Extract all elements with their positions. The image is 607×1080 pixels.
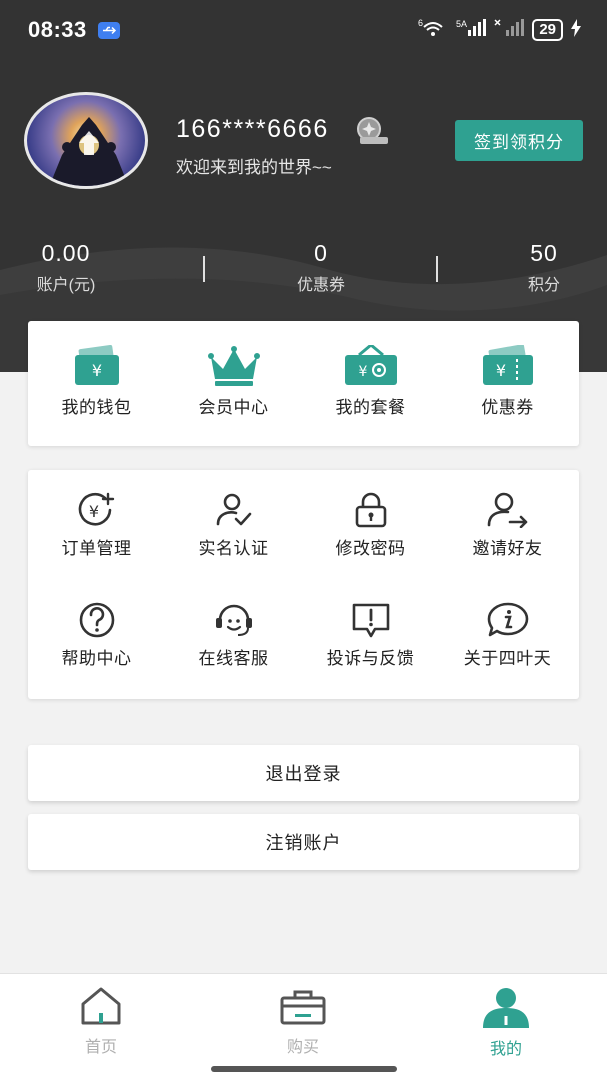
menu-item-label: 邀请好友	[472, 539, 543, 558]
status-time: 08:33	[28, 17, 87, 42]
checkin-button[interactable]: 签到领积分	[455, 120, 583, 161]
wallet-icon: ¥	[74, 345, 119, 385]
avatar-image	[49, 117, 129, 186]
menu-item-invite[interactable]: 邀请好友	[439, 492, 576, 559]
home-indicator	[211, 1066, 397, 1072]
signal-5g-icon: 5A	[456, 18, 487, 41]
menu-item-label: 投诉与反馈	[326, 649, 415, 668]
welcome-text: 欢迎来到我的世界~~	[176, 158, 332, 177]
menu-item-label: 我的钱包	[61, 398, 132, 417]
help-icon	[79, 602, 114, 638]
charging-icon	[571, 19, 581, 40]
menu-item-label: 会员中心	[198, 398, 269, 417]
menu-item-label: 修改密码	[335, 539, 406, 558]
menu-item-coupons[interactable]: ¥ 优惠券	[439, 345, 576, 418]
tab-label: 首页	[84, 1039, 117, 1056]
usb-icon	[98, 22, 120, 39]
status-icons: 6 5A 29	[418, 18, 581, 41]
menu-item-change-password[interactable]: 修改密码	[302, 492, 439, 559]
menu-item-verify[interactable]: 实名认证	[165, 492, 302, 559]
svg-text:6: 6	[418, 18, 423, 28]
svg-text:¥: ¥	[358, 364, 367, 380]
order-icon: ¥	[78, 492, 114, 526]
menu-item-feedback[interactable]: 投诉与反馈	[302, 602, 439, 669]
stat-divider	[436, 256, 438, 282]
status-bar: 08:33 6 5A 29	[0, 0, 607, 62]
stat-label: 账户(元)	[36, 277, 96, 294]
home-icon	[81, 987, 121, 1025]
lock-icon	[355, 492, 386, 528]
tab-home[interactable]: 首页	[41, 986, 161, 1057]
menu-item-wallet[interactable]: ¥ 我的钱包	[28, 345, 165, 418]
invite-user-icon	[487, 492, 527, 528]
tab-mine[interactable]: 我的	[446, 986, 566, 1059]
tab-label: 购买	[286, 1039, 319, 1056]
stat-account-balance[interactable]: 0.00 账户(元)	[0, 240, 146, 295]
profile-icon	[483, 988, 529, 1028]
menu-item-customer-service[interactable]: 在线客服	[165, 602, 302, 669]
stat-label: 优惠券	[296, 277, 345, 294]
menu-item-help[interactable]: 帮助中心	[28, 602, 165, 669]
logout-button[interactable]: 退出登录	[28, 745, 579, 801]
menu-item-label: 实名认证	[198, 539, 269, 558]
svg-text:¥: ¥	[495, 361, 505, 380]
stat-label: 积分	[527, 277, 560, 294]
stat-value: 0.00	[41, 240, 91, 266]
battery-indicator: 29	[532, 18, 563, 41]
menu-item-about[interactable]: 关于四叶天	[439, 602, 576, 669]
tab-label: 我的	[489, 1041, 522, 1058]
avatar[interactable]	[24, 92, 148, 189]
user-phone: 166****6666	[176, 115, 329, 143]
verify-user-icon	[216, 493, 251, 526]
svg-text:¥: ¥	[91, 361, 101, 380]
signal-no-service-icon	[494, 18, 525, 41]
cancel-account-button[interactable]: 注销账户	[28, 814, 579, 870]
stat-coupons[interactable]: 0 优惠券	[241, 240, 401, 295]
stat-points[interactable]: 50 积分	[464, 240, 607, 295]
svg-text:¥: ¥	[88, 502, 98, 521]
menu-item-package[interactable]: ¥ 我的套餐	[302, 345, 439, 418]
member-level-badge-icon	[352, 116, 390, 146]
menu-item-label: 关于四叶天	[463, 649, 552, 668]
wallet-menu-card: ¥ 我的钱包 会员中心 ¥ 我的套餐 ¥ 优惠券	[28, 321, 579, 446]
tab-buy[interactable]: 购买	[243, 986, 363, 1057]
customer-service-icon	[215, 604, 252, 636]
menu-item-label: 在线客服	[198, 649, 269, 668]
stat-value: 50	[530, 240, 558, 266]
info-icon	[487, 602, 528, 637]
feedback-icon	[352, 603, 389, 638]
stat-value: 0	[314, 240, 328, 266]
service-menu-card: ¥ 订单管理 实名认证 修改密码 邀请好友 帮助中心 在线客服 投诉与反馈 关于…	[28, 470, 579, 699]
menu-item-label: 我的套餐	[335, 398, 406, 417]
stat-divider	[203, 256, 205, 282]
menu-item-label: 帮助中心	[61, 649, 132, 668]
svg-text:5A: 5A	[456, 19, 467, 29]
basket-icon	[280, 990, 326, 1025]
menu-item-label: 订单管理	[61, 539, 132, 558]
package-icon: ¥	[344, 345, 397, 385]
menu-item-membership[interactable]: 会员中心	[165, 345, 302, 418]
coupon-icon: ¥	[482, 345, 533, 385]
wifi-icon: 6	[418, 18, 448, 41]
menu-item-label: 优惠券	[481, 398, 534, 417]
bottom-tab-bar: 首页 购买 我的	[0, 973, 607, 1080]
menu-item-orders[interactable]: ¥ 订单管理	[28, 492, 165, 559]
crown-icon	[207, 346, 260, 386]
